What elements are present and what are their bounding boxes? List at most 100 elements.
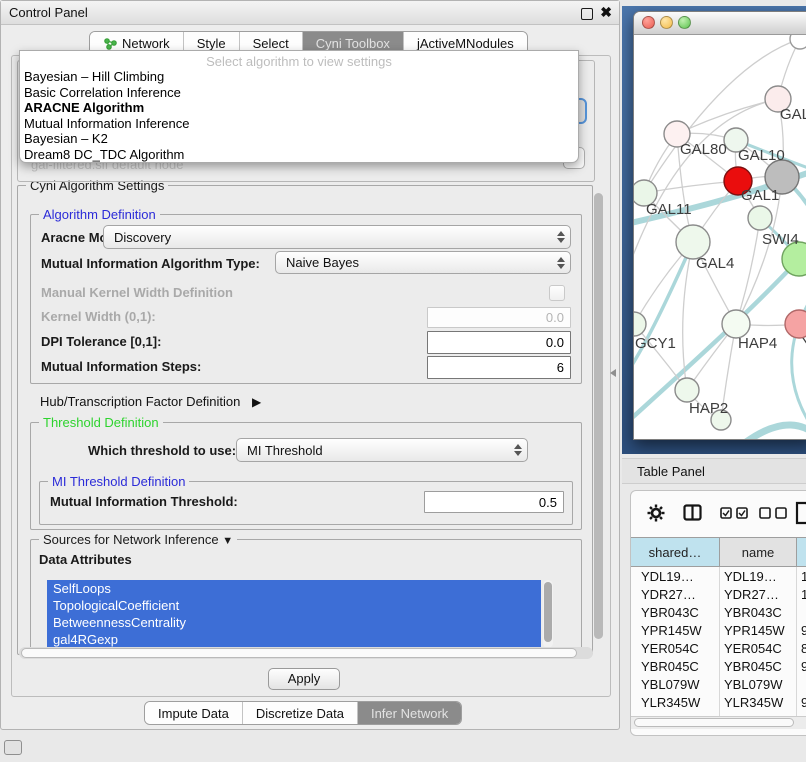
algorithm-option[interactable]: Basic Correlation Inference: [20, 85, 578, 101]
spinner-arrows-icon: [552, 231, 570, 243]
node-label: GAL1: [741, 187, 779, 204]
attributes-scrollbar[interactable]: [543, 580, 553, 648]
control-panel: Control Panel ✖ NetworkStyleSelectCyni T…: [0, 0, 620, 730]
network-node[interactable]: [790, 35, 806, 49]
mi-steps-field[interactable]: [427, 356, 571, 379]
close-traffic-light[interactable]: [642, 16, 655, 29]
zoom-traffic-light[interactable]: [678, 16, 691, 29]
algorithm-option[interactable]: Dream8 DC_TDC Algorithm: [20, 147, 578, 163]
which-threshold-label: Which threshold to use:: [88, 440, 236, 462]
tab-label: Impute Data: [158, 706, 229, 721]
column-header[interactable]: A: [797, 538, 806, 567]
table-row[interactable]: YDR27…YDR27…12: [631, 585, 806, 603]
table-cell: YDR27…: [720, 585, 797, 603]
docked-panel-icon[interactable]: [4, 740, 22, 755]
split-column-icon[interactable]: [683, 504, 702, 521]
network-node-gal4[interactable]: [676, 225, 710, 259]
network-edge[interactable]: [742, 425, 806, 440]
tab-discretize-data[interactable]: Discretize Data: [242, 702, 357, 724]
aracne-mode-select[interactable]: Discovery: [103, 225, 571, 249]
network-window: GALGAL80GAL10GAL1GAL11SWI4GAL4GCY1HAP4YH…: [633, 11, 806, 440]
table-cell: 9.: [797, 621, 806, 639]
network-node-y[interactable]: [785, 310, 806, 338]
page-icon[interactable]: [795, 501, 806, 525]
attribute-item[interactable]: TopologicalCoefficient: [47, 597, 541, 614]
which-threshold-select[interactable]: MI Threshold: [236, 438, 528, 462]
tab-label: Network: [122, 36, 170, 51]
mi-type-value: Naive Bayes: [276, 255, 552, 270]
column-header[interactable]: name: [720, 538, 797, 567]
algorithm-option[interactable]: Mutual Information Inference: [20, 116, 578, 132]
manual-kernel-checkbox: [549, 285, 565, 301]
table-cell: YPR145W: [631, 621, 720, 639]
which-threshold-value: MI Threshold: [237, 443, 509, 458]
table-cell: YBR045C: [720, 657, 797, 675]
chevron-right-icon: ▶: [252, 392, 261, 412]
algorithm-option[interactable]: ARACNE Algorithm: [20, 100, 578, 116]
float-panel-icon[interactable]: [581, 8, 593, 20]
network-view-panel: GALGAL80GAL10GAL1GAL11SWI4GAL4GCY1HAP4YH…: [622, 6, 806, 454]
node-table: shared…nameA YDL19…YDL19…13YDR27…YDR27…1…: [630, 490, 806, 736]
hub-definition-toggle[interactable]: Hub/Transcription Factor Definition ▶: [40, 392, 261, 412]
network-window-titlebar: [634, 12, 806, 35]
hub-definition-label: Hub/Transcription Factor Definition: [40, 394, 240, 409]
data-attributes-list: SelfLoopsTopologicalCoefficientBetweenne…: [47, 580, 541, 648]
apply-button[interactable]: Apply: [268, 668, 340, 690]
algorithm-select-popup: Select algorithm to view settings Bayesi…: [19, 50, 579, 163]
table-row[interactable]: YBR043CYBR043C: [631, 603, 806, 621]
unchecked-pair-icon[interactable]: [759, 507, 791, 519]
network-node-swi4[interactable]: [748, 206, 772, 230]
table-cell: YDR27…: [631, 585, 720, 603]
node-label: GAL80: [680, 141, 727, 158]
network-node-hap2[interactable]: [675, 378, 699, 402]
mi-type-select[interactable]: Naive Bayes: [275, 251, 571, 274]
close-icon[interactable]: ✖: [600, 4, 612, 21]
algorithm-option[interactable]: Bayesian – Hill Climbing: [20, 69, 578, 85]
network-edge[interactable]: [792, 285, 806, 433]
table-row[interactable]: YBR045CYBR045C9.: [631, 657, 806, 675]
network-graph: GALGAL80GAL10GAL1GAL11SWI4GAL4GCY1HAP4YH…: [634, 35, 806, 440]
table-cell: YDL19…: [720, 567, 797, 586]
attribute-item[interactable]: gal4RGexp: [47, 631, 541, 648]
minimize-traffic-light[interactable]: [660, 16, 673, 29]
table-row[interactable]: YLR345WYLR345W9.: [631, 693, 806, 711]
tab-infer-network[interactable]: Infer Network: [357, 702, 461, 724]
algorithm-select-placeholder: Select algorithm to view settings: [20, 51, 578, 69]
network-icon: [103, 37, 118, 50]
algorithm-option[interactable]: Bayesian – K2: [20, 131, 578, 147]
algorithm-list: Bayesian – Hill ClimbingBasic Correlatio…: [20, 69, 578, 162]
mi-threshold-field[interactable]: [424, 491, 564, 513]
control-panel-title: Control Panel: [9, 5, 88, 20]
settings-vertical-scrollbar[interactable]: [593, 187, 605, 649]
attribute-item[interactable]: BetweennessCentrality: [47, 614, 541, 631]
checked-pair-icon[interactable]: [720, 507, 752, 519]
gear-icon[interactable]: [647, 504, 665, 522]
table: shared…nameA YDL19…YDL19…13YDR27…YDR27…1…: [631, 537, 806, 729]
table-row[interactable]: YDL19…YDL19…13: [631, 567, 806, 586]
table-row[interactable]: YPR145WYPR145W9.: [631, 621, 806, 639]
table-horizontal-scrollbar[interactable]: [631, 716, 806, 729]
tab-impute-data[interactable]: Impute Data: [145, 702, 242, 724]
table-cell: [797, 675, 806, 693]
table-cell: YLR345W: [720, 693, 797, 711]
splitter-collapse-icon[interactable]: [610, 369, 616, 377]
screen: Control Panel ✖ NetworkStyleSelectCyni T…: [0, 0, 806, 762]
network-node-hap4[interactable]: [722, 310, 750, 338]
node-label: GAL4: [696, 255, 734, 272]
table-row[interactable]: YER054CYER054C8.: [631, 639, 806, 657]
network-edge[interactable]: [677, 99, 778, 134]
settings-horizontal-scrollbar[interactable]: [19, 647, 593, 659]
sources-title[interactable]: Sources for Network Inference ▼: [39, 532, 237, 549]
column-header[interactable]: shared…: [631, 538, 720, 567]
spinner-arrows-icon: [509, 444, 527, 456]
network-canvas[interactable]: GALGAL80GAL10GAL1GAL11SWI4GAL4GCY1HAP4YH…: [634, 35, 806, 440]
tab-label: jActiveMNodules: [417, 36, 514, 51]
tab-label: Select: [253, 36, 289, 51]
table-cell: [797, 603, 806, 621]
network-node-gcy1[interactable]: [634, 312, 646, 336]
dpi-tolerance-label: DPI Tolerance [0,1]:: [41, 331, 161, 353]
attribute-item[interactable]: SelfLoops: [47, 580, 541, 597]
kernel-width-field: [427, 307, 571, 328]
table-row[interactable]: YBL079WYBL079W: [631, 675, 806, 693]
dpi-tolerance-field[interactable]: [427, 331, 571, 354]
